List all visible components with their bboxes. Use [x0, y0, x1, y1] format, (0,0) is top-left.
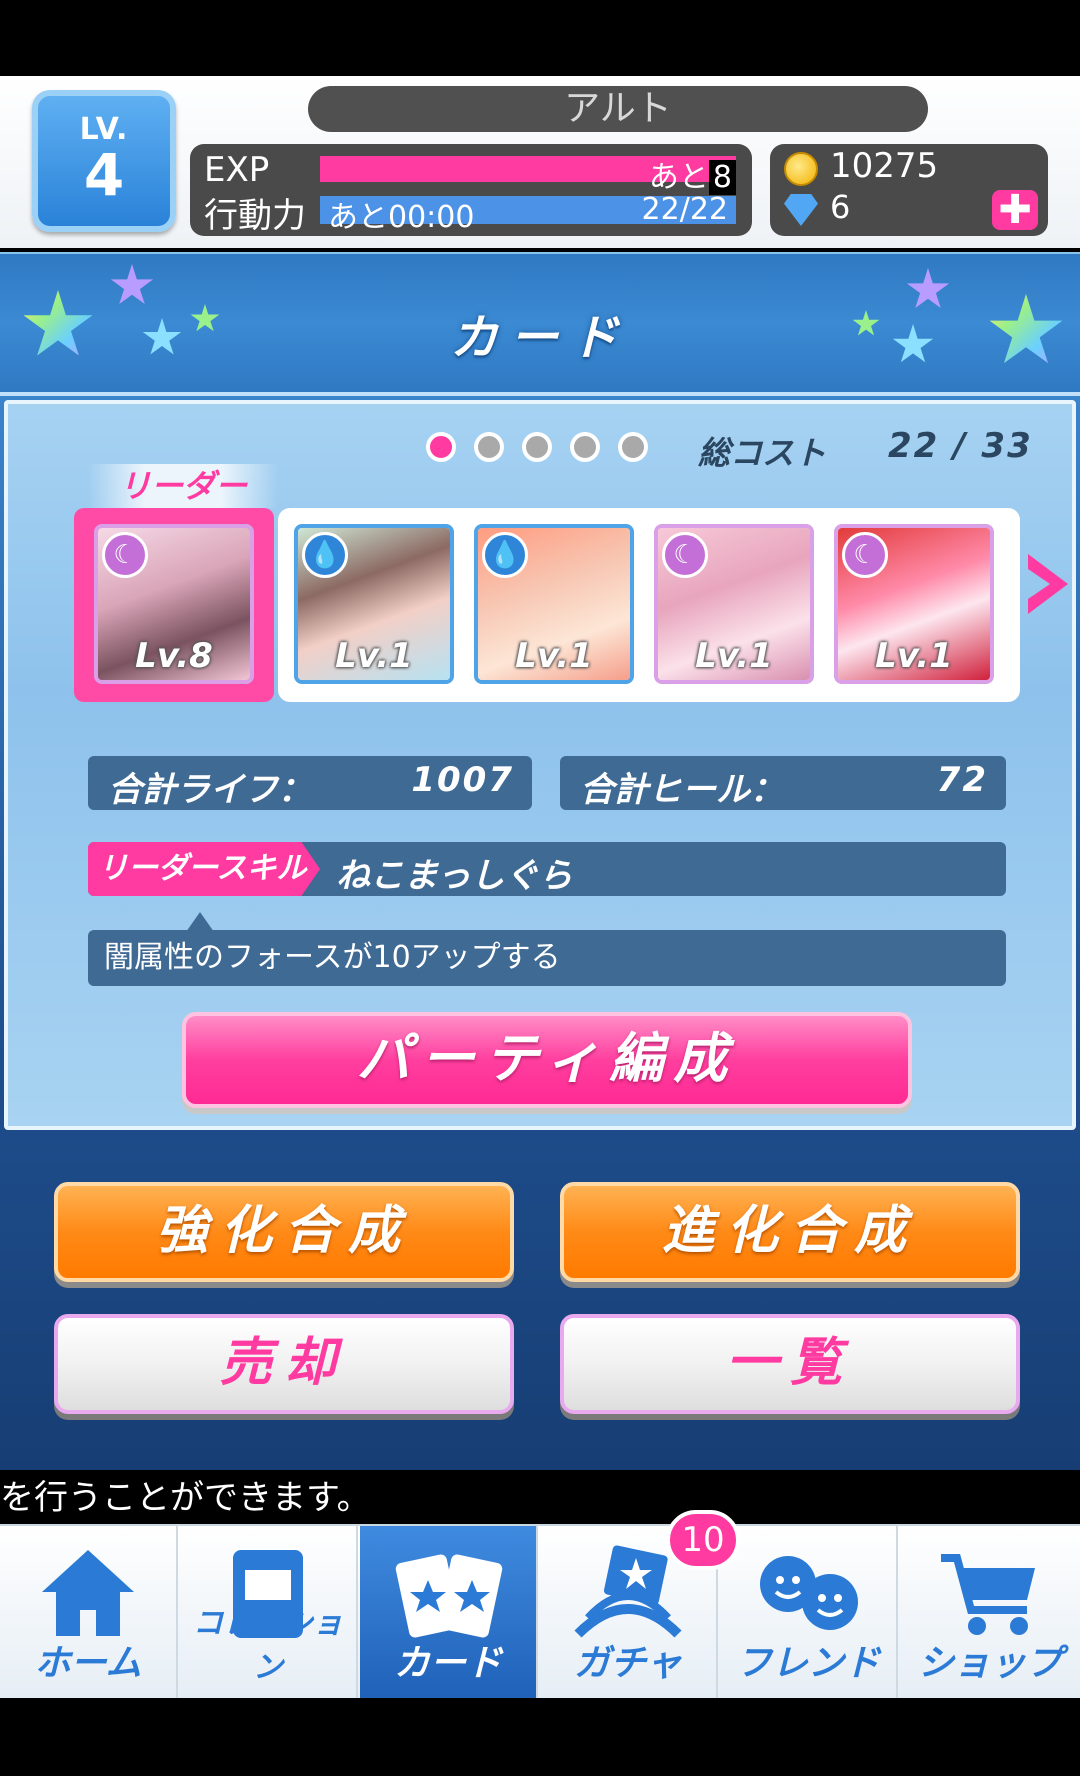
add-gems-button[interactable]: ✚ — [992, 190, 1038, 230]
nav-shop[interactable]: ショップ — [900, 1526, 1080, 1700]
gem-icon — [784, 194, 818, 226]
total-cost-label: 総コスト — [698, 434, 827, 472]
enhance-fusion-button[interactable]: 強化合成 — [54, 1182, 514, 1282]
party-edit-button[interactable]: パーティ編成 — [182, 1012, 912, 1108]
total-life-value: 1007 — [411, 760, 514, 800]
bottom-nav: ホーム コレクション カード ガチャ フレンド ショップ — [0, 1524, 1080, 1700]
nav-friend-label: フレンド — [735, 1643, 880, 1684]
exp-label: EXP — [204, 150, 270, 190]
info-ticker: を行うことができます。 — [0, 1472, 1080, 1524]
home-icon — [42, 1550, 134, 1636]
card-level: Lv.1 — [695, 636, 773, 676]
nav-home-label: ホーム — [34, 1643, 142, 1684]
total-cost-value: 22 / 33 — [888, 426, 1033, 466]
title-banner: カード — [0, 252, 1080, 396]
nav-shop-label: ショップ — [917, 1643, 1062, 1684]
coin-icon — [784, 152, 818, 186]
card-level: Lv.1 — [335, 636, 413, 676]
nav-card[interactable]: カード — [360, 1526, 538, 1700]
leader-skill-bar: リーダースキル ねこまっしぐら — [88, 842, 1006, 896]
exp-remaining-prefix: あと — [648, 160, 709, 195]
card-level: Lv.1 — [515, 636, 593, 676]
cards-icon — [395, 1554, 503, 1638]
water-attribute-icon: 💧 — [302, 532, 348, 578]
friends-icon — [760, 1556, 858, 1630]
page-dot[interactable] — [618, 432, 648, 462]
leader-skill-description: 闇属性のフォースが10アップする — [88, 930, 1006, 986]
card-level: Lv.1 — [875, 636, 953, 676]
exp-remaining: あと 8 — [649, 152, 736, 195]
leader-skill-name: ねこまっしぐら — [336, 856, 573, 896]
card-level: Lv.8 — [135, 636, 213, 676]
party-card[interactable]: 💧 Lv.1 — [474, 524, 634, 684]
page-dot[interactable] — [426, 432, 456, 462]
page-title: カード — [449, 310, 630, 366]
gacha-icon — [574, 1545, 682, 1638]
page-dot[interactable] — [522, 432, 552, 462]
ap-value: 22/22 — [641, 192, 728, 227]
exp-bar: あと 8 — [320, 156, 736, 195]
page-dot[interactable] — [474, 432, 504, 462]
ap-bar: あと00:00 22/22 — [320, 192, 736, 235]
moon-attribute-icon: ☾ — [842, 532, 888, 578]
nav-friend[interactable]: フレンド — [720, 1526, 898, 1700]
nav-card-label: カード — [393, 1643, 502, 1684]
water-attribute-icon: 💧 — [482, 532, 528, 578]
page-indicator — [426, 432, 666, 466]
total-heal-label: 合計ヒール： — [580, 770, 784, 810]
coin-count: 10275 — [830, 146, 939, 186]
total-life-bar: 合計ライフ： 1007 — [88, 756, 532, 810]
party-panel: 総コスト 22 / 33 リーダー ☾ Lv.8 💧 Lv.1 💧 Lv.1 ☾… — [4, 400, 1076, 1130]
evolve-fusion-button[interactable]: 進化合成 — [560, 1182, 1020, 1282]
player-header: LV. 4 アルト EXP あと 8 行動力 あと00:00 22/22 1027… — [0, 76, 1080, 248]
leader-skill-label: リーダースキル — [88, 842, 320, 896]
sell-button[interactable]: 売却 — [54, 1314, 514, 1414]
ap-timer: あと00:00 — [328, 200, 475, 235]
stats-panel: EXP あと 8 行動力 あと00:00 22/22 — [190, 144, 752, 236]
plus-icon: ✚ — [998, 187, 1032, 233]
total-life-label: 合計ライフ： — [108, 770, 312, 810]
party-card[interactable]: 💧 Lv.1 — [294, 524, 454, 684]
skill-desc-pointer — [186, 912, 214, 932]
system-nav-bar — [0, 1698, 1080, 1776]
moon-attribute-icon: ☾ — [662, 532, 708, 578]
nav-home[interactable]: ホーム — [0, 1526, 178, 1700]
next-page-arrow-icon[interactable] — [1028, 554, 1068, 614]
gem-count: 6 — [830, 188, 851, 226]
system-status-bar — [0, 0, 1080, 76]
party-card-leader[interactable]: ☾ Lv.8 — [94, 524, 254, 684]
player-name: アルト — [308, 86, 928, 132]
ap-label: 行動力 — [204, 196, 306, 236]
exp-remaining-value: 8 — [708, 160, 736, 195]
nav-collection-label: コレクション — [193, 1606, 343, 1685]
page-dot[interactable] — [570, 432, 600, 462]
gacha-count-badge: 10 — [666, 1510, 740, 1570]
total-heal-bar: 合計ヒール： 72 — [560, 756, 1006, 810]
card-list-button[interactable]: 一覧 — [560, 1314, 1020, 1414]
party-card[interactable]: ☾ Lv.1 — [654, 524, 814, 684]
level-value: 4 — [83, 141, 125, 209]
moon-attribute-icon: ☾ — [102, 532, 148, 578]
nav-collection[interactable]: コレクション — [180, 1526, 358, 1700]
total-heal-value: 72 — [936, 760, 988, 800]
party-card[interactable]: ☾ Lv.1 — [834, 524, 994, 684]
level-badge: LV. 4 — [32, 90, 176, 232]
leader-label: リーダー — [88, 464, 278, 508]
currency-panel: 10275 6 ✚ — [770, 144, 1048, 236]
cart-icon — [941, 1554, 1035, 1635]
nav-gacha-label: ガチャ — [574, 1643, 682, 1684]
